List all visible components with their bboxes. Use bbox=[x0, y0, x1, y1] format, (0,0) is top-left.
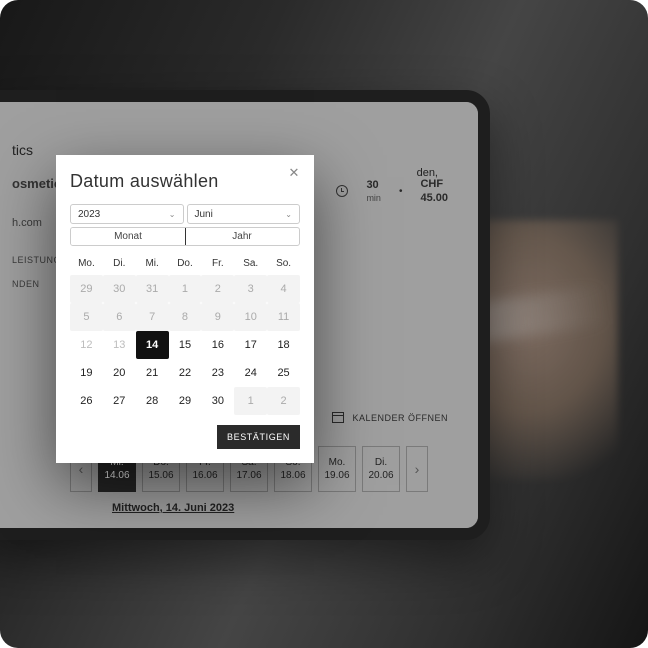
calendar-day: 31 bbox=[136, 275, 169, 303]
weekday-header: Mo. bbox=[70, 254, 103, 275]
toggle-year[interactable]: Jahr bbox=[185, 228, 299, 245]
strip-dow: Di. bbox=[375, 457, 387, 468]
calendar-day[interactable]: 27 bbox=[103, 387, 136, 415]
meta-dot: • bbox=[399, 186, 403, 197]
calendar-day: 6 bbox=[103, 303, 136, 331]
strip-date: 20.06 bbox=[368, 470, 393, 481]
calendar-day: 30 bbox=[103, 275, 136, 303]
calendar-day[interactable]: 17 bbox=[234, 331, 267, 359]
chevron-down-icon: ⌄ bbox=[169, 210, 176, 219]
weekday-header: Fr. bbox=[201, 254, 234, 275]
clock-icon bbox=[336, 185, 348, 197]
calendar-day[interactable]: 12 bbox=[70, 331, 103, 359]
date-picker-modal: ✕ Datum auswählen 2023 ⌄ Juni ⌄ Monat Ja… bbox=[56, 155, 314, 463]
strip-cell-19.06[interactable]: Mo. 19.06 bbox=[318, 446, 356, 492]
calendar-day[interactable]: 29 bbox=[169, 387, 202, 415]
weekday-header: Do. bbox=[169, 254, 202, 275]
calendar-day[interactable]: 24 bbox=[234, 359, 267, 387]
calendar-day[interactable]: 28 bbox=[136, 387, 169, 415]
calendar-day: 2 bbox=[201, 275, 234, 303]
weekday-header: Mi. bbox=[136, 254, 169, 275]
year-value: 2023 bbox=[78, 209, 100, 220]
price-amount: 45.00 bbox=[420, 191, 448, 205]
calendar-day[interactable]: 16 bbox=[201, 331, 234, 359]
strip-next[interactable]: › bbox=[406, 446, 428, 492]
month-value: Juni bbox=[195, 209, 213, 220]
stage: tics osmetics h.com LEISTUNGSAUS NDEN 30… bbox=[0, 0, 648, 648]
year-select[interactable]: 2023 ⌄ bbox=[70, 204, 184, 224]
calendar-day: 3 bbox=[234, 275, 267, 303]
confirm-button[interactable]: BESTÄTIGEN bbox=[217, 425, 300, 449]
calendar-day: 7 bbox=[136, 303, 169, 331]
calendar-day: 8 bbox=[169, 303, 202, 331]
calendar-day: 4 bbox=[267, 275, 300, 303]
price-currency: CHF bbox=[420, 177, 448, 191]
month-year-toggle: Monat Jahr bbox=[70, 227, 300, 246]
duration-value: 30 bbox=[366, 178, 381, 192]
calendar-grid: Mo.Di.Mi.Do.Fr.Sa.So. 293031123456789101… bbox=[70, 254, 300, 415]
calendar-day: 29 bbox=[70, 275, 103, 303]
calendar-day[interactable]: 14 bbox=[136, 331, 169, 359]
chevron-down-icon: ⌄ bbox=[285, 210, 292, 219]
strip-date: 14.06 bbox=[104, 470, 129, 481]
weekday-header: Sa. bbox=[234, 254, 267, 275]
open-calendar-link[interactable]: KALENDER ÖFFNEN bbox=[332, 412, 448, 423]
calendar-day[interactable]: 25 bbox=[267, 359, 300, 387]
calendar-day: 1 bbox=[234, 387, 267, 415]
calendar-day[interactable]: 26 bbox=[70, 387, 103, 415]
calendar-day: 11 bbox=[267, 303, 300, 331]
weekday-header: So. bbox=[267, 254, 300, 275]
toggle-month[interactable]: Monat bbox=[70, 227, 186, 246]
calendar-day: 2 bbox=[267, 387, 300, 415]
calendar-day[interactable]: 19 bbox=[70, 359, 103, 387]
close-icon[interactable]: ✕ bbox=[286, 165, 302, 181]
calendar-day[interactable]: 23 bbox=[201, 359, 234, 387]
calendar-day: 10 bbox=[234, 303, 267, 331]
strip-date: 18.06 bbox=[280, 470, 305, 481]
selected-date-long: Mittwoch, 14. Juni 2023 bbox=[112, 502, 234, 514]
duration-unit: min bbox=[366, 193, 381, 205]
calendar-day[interactable]: 21 bbox=[136, 359, 169, 387]
strip-date: 15.06 bbox=[148, 470, 173, 481]
service-suffix: den, bbox=[417, 167, 438, 179]
modal-selects: 2023 ⌄ Juni ⌄ bbox=[70, 204, 300, 224]
calendar-day: 1 bbox=[169, 275, 202, 303]
calendar-day[interactable]: 18 bbox=[267, 331, 300, 359]
calendar-day: 5 bbox=[70, 303, 103, 331]
calendar-day[interactable]: 13 bbox=[103, 331, 136, 359]
strip-date: 17.06 bbox=[236, 470, 261, 481]
modal-title: Datum auswählen bbox=[70, 171, 300, 192]
strip-date: 19.06 bbox=[324, 470, 349, 481]
strip-dow: Mo. bbox=[329, 457, 346, 468]
calendar-day[interactable]: 15 bbox=[169, 331, 202, 359]
calendar-icon bbox=[332, 412, 344, 423]
month-select[interactable]: Juni ⌄ bbox=[187, 204, 301, 224]
calendar-day[interactable]: 20 bbox=[103, 359, 136, 387]
calendar-day[interactable]: 22 bbox=[169, 359, 202, 387]
calendar-day[interactable]: 30 bbox=[201, 387, 234, 415]
service-meta: 30 min • CHF 45.00 bbox=[336, 177, 448, 206]
open-calendar-label: KALENDER ÖFFNEN bbox=[352, 413, 448, 423]
strip-date: 16.06 bbox=[192, 470, 217, 481]
weekday-header: Di. bbox=[103, 254, 136, 275]
calendar-day: 9 bbox=[201, 303, 234, 331]
strip-cell-20.06[interactable]: Di. 20.06 bbox=[362, 446, 400, 492]
